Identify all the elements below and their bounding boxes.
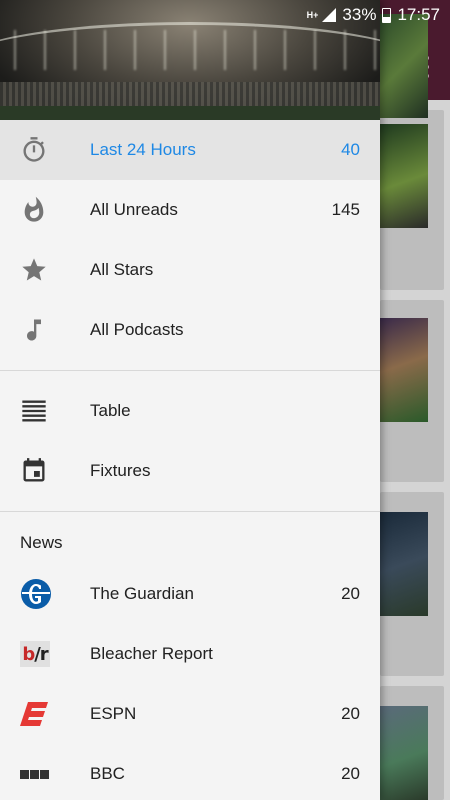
bleacher-report-logo-icon: b/r bbox=[20, 641, 50, 667]
guardian-logo-icon bbox=[21, 579, 51, 609]
timer-icon bbox=[23, 137, 45, 162]
article-thumbnail bbox=[380, 318, 428, 422]
status-bar: H+ 33% 17:57 bbox=[0, 0, 450, 30]
nav-item-count: 20 bbox=[341, 704, 360, 723]
signal-icon bbox=[322, 8, 337, 22]
nav-item-label: Bleacher Report bbox=[90, 644, 213, 663]
nav-item-last-24-hours[interactable]: Last 24 Hours 40 bbox=[0, 120, 380, 180]
battery-percent: 33% bbox=[342, 5, 377, 24]
nav-item-label: All Unreads bbox=[90, 200, 178, 219]
star-icon bbox=[22, 258, 46, 281]
nav-item-label: Fixtures bbox=[90, 461, 151, 480]
nav-item-label: All Stars bbox=[90, 260, 154, 279]
article-thumbnail bbox=[380, 124, 428, 228]
nav-item-all-stars[interactable]: All Stars bbox=[0, 240, 380, 300]
nav-item-table[interactable]: Table bbox=[0, 381, 380, 441]
nav-item-count: 40 bbox=[341, 140, 360, 159]
flame-icon bbox=[24, 196, 44, 222]
battery-icon bbox=[382, 7, 392, 23]
navigation-drawer: Last 24 Hours 40 All Unreads 145 All Sta… bbox=[0, 0, 380, 800]
divider bbox=[0, 511, 380, 512]
nav-item-label: BBC bbox=[90, 764, 125, 783]
nav-item-espn[interactable]: ESPN 20 bbox=[0, 684, 380, 744]
nav-item-fixtures[interactable]: Fixtures bbox=[0, 441, 380, 501]
nav-item-bleacher-report[interactable]: b/r Bleacher Report bbox=[0, 624, 380, 684]
article-thumbnail bbox=[380, 706, 428, 800]
nav-item-label: Last 24 Hours bbox=[90, 140, 196, 159]
nav-item-bbc[interactable]: BBC 20 bbox=[0, 744, 380, 800]
nav-item-label: Table bbox=[90, 401, 131, 420]
divider bbox=[0, 370, 380, 371]
nav-item-count: 20 bbox=[341, 584, 360, 603]
calendar-icon bbox=[23, 458, 45, 482]
section-header-news: News bbox=[20, 533, 63, 552]
nav-item-count: 20 bbox=[341, 764, 360, 783]
nav-item-label: The Guardian bbox=[90, 584, 194, 603]
nav-item-count: 145 bbox=[331, 200, 360, 219]
music-note-icon bbox=[27, 319, 41, 341]
nav-item-label: All Podcasts bbox=[90, 320, 184, 339]
nav-item-all-unreads[interactable]: All Unreads 145 bbox=[0, 180, 380, 240]
bbc-logo-icon bbox=[20, 769, 49, 779]
article-thumbnail bbox=[380, 512, 428, 616]
nav-item-label: ESPN bbox=[90, 704, 137, 723]
table-icon bbox=[22, 400, 46, 422]
nav-item-the-guardian[interactable]: The Guardian 20 bbox=[0, 564, 380, 624]
espn-logo-icon bbox=[20, 702, 48, 726]
network-type: H+ bbox=[306, 9, 319, 20]
nav-item-all-podcasts[interactable]: All Podcasts bbox=[0, 300, 380, 360]
clock: 17:57 bbox=[397, 5, 440, 24]
